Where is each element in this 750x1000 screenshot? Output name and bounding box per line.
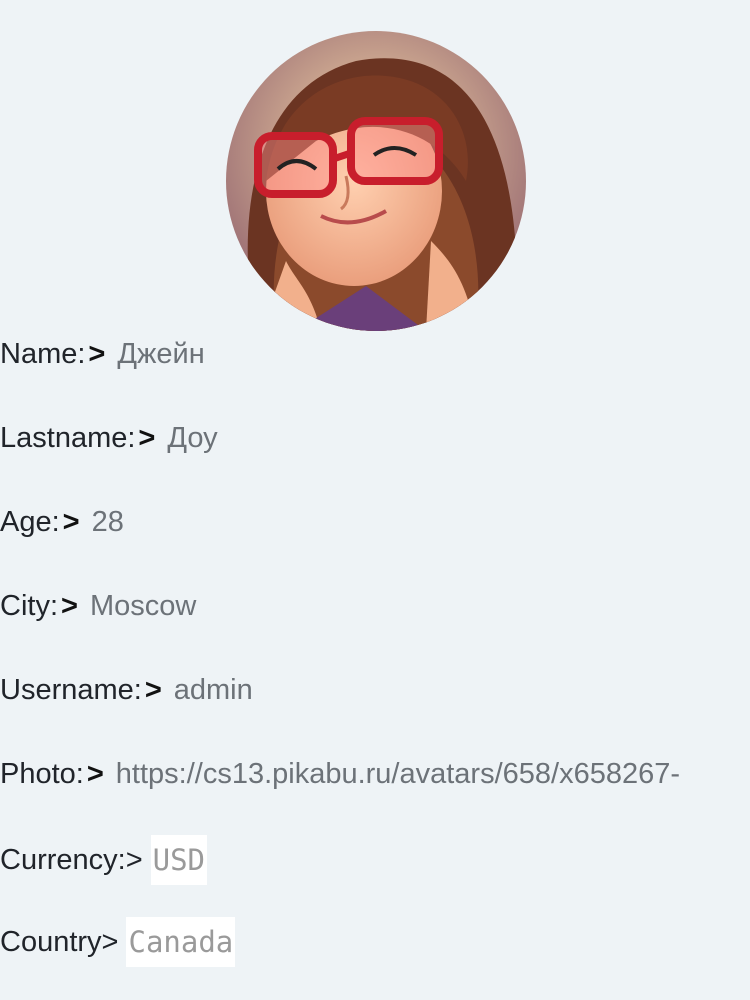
city-arrow: > xyxy=(61,590,78,622)
lastname-arrow: > xyxy=(138,422,156,454)
profile-page: Name: > Джейн Lastname: > Доу Age: >28 City: >… xyxy=(0,0,750,1000)
photo-label: Photo: xyxy=(0,758,84,790)
profile-field-country: Country> Canada xyxy=(0,917,236,967)
avatar-photo-icon xyxy=(226,31,526,331)
lastname-value: Доу xyxy=(167,422,218,454)
age-value: 28 xyxy=(91,506,124,538)
avatar xyxy=(226,31,526,331)
lastname-label: Lastname: xyxy=(0,422,136,454)
photo-url-value: https://cs13.pikabu.ru/avatars/658/x6582… xyxy=(115,758,681,790)
name-arrow: > xyxy=(88,338,106,370)
profile-field-username: Username: > admin xyxy=(0,673,253,707)
name-value: Джейн xyxy=(117,338,205,370)
age-label: Age: xyxy=(0,506,60,538)
city-label: City: xyxy=(0,590,58,622)
currency-select[interactable]: USD xyxy=(150,835,208,885)
username-value: admin xyxy=(173,674,253,706)
currency-label: Currency:> xyxy=(0,844,143,876)
name-label: Name: xyxy=(0,338,86,370)
profile-field-city: City: > Moscow xyxy=(0,589,196,623)
profile-field-age: Age: >28 xyxy=(0,505,124,539)
country-select[interactable]: Canada xyxy=(126,917,236,967)
username-label: Username: xyxy=(0,674,142,706)
profile-field-lastname: Lastname: > Доу xyxy=(0,421,218,455)
photo-arrow: > xyxy=(86,758,104,790)
profile-field-photo: Photo: > https://cs13.pikabu.ru/avatars/65… xyxy=(0,757,680,791)
profile-field-currency: Currency:> USD xyxy=(0,835,208,885)
city-value: Moscow xyxy=(89,590,197,622)
age-arrow: > xyxy=(62,506,80,538)
country-label: Country> xyxy=(0,926,119,958)
username-arrow: > xyxy=(144,674,162,706)
profile-field-name: Name: > Джейн xyxy=(0,337,205,371)
